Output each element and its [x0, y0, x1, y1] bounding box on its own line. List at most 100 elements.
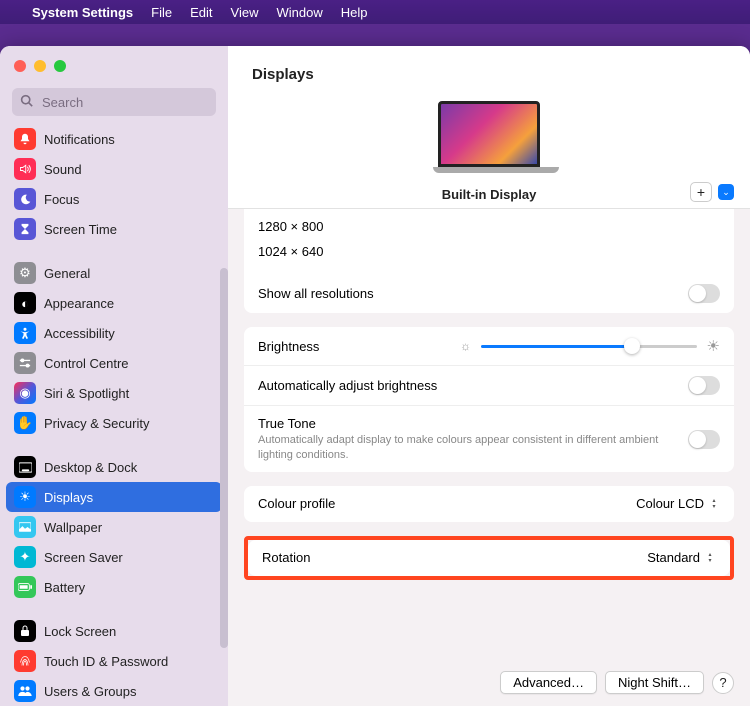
footer: Advanced… Night Shift… ?: [228, 659, 750, 706]
menu-view[interactable]: View: [231, 5, 259, 20]
help-button[interactable]: ?: [712, 672, 734, 694]
sidebar-item-label: Desktop & Dock: [44, 460, 137, 475]
sidebar-item-appearance[interactable]: ◐ Appearance: [6, 288, 222, 318]
resolution-option[interactable]: 1024 × 640: [258, 240, 720, 265]
sidebar-item-label: Battery: [44, 580, 85, 595]
colour-profile-dropdown[interactable]: Colour LCD ▴▾: [636, 496, 720, 512]
sidebar-item-general[interactable]: ⚙ General: [6, 258, 222, 288]
sidebar-item-label: Screen Saver: [44, 550, 123, 565]
rotation-row: Rotation Standard ▴▾: [248, 540, 730, 576]
settings-scroll-area[interactable]: 1280 × 800 1024 × 640 Show all resolutio…: [228, 209, 750, 659]
brightness-slider[interactable]: [481, 345, 697, 348]
sidebar-item-sound[interactable]: Sound: [6, 154, 222, 184]
sidebar-item-privacy[interactable]: ✋ Privacy & Security: [6, 408, 222, 438]
advanced-button[interactable]: Advanced…: [500, 671, 597, 694]
chevron-updown-icon: ▴▾: [708, 496, 720, 512]
menu-window[interactable]: Window: [276, 5, 322, 20]
sparkle-icon: ✦: [14, 546, 36, 568]
colour-profile-group: Colour profile Colour LCD ▴▾: [244, 486, 734, 522]
true-tone-toggle[interactable]: [688, 430, 720, 449]
resolution-list[interactable]: 1280 × 800 1024 × 640: [244, 209, 734, 274]
sidebar-item-control-centre[interactable]: Control Centre: [6, 348, 222, 378]
sun-icon: ☀: [14, 486, 36, 508]
add-display-button[interactable]: +: [690, 182, 712, 202]
menubar: System Settings File Edit View Window He…: [0, 0, 750, 24]
settings-window: Notifications Sound Focus Screen Time: [0, 46, 750, 706]
sidebar-item-users-groups[interactable]: Users & Groups: [6, 676, 222, 706]
sidebar-item-accessibility[interactable]: Accessibility: [6, 318, 222, 348]
show-all-resolutions-row: Show all resolutions: [244, 274, 734, 313]
sidebar-item-battery[interactable]: Battery: [6, 572, 222, 602]
display-preview: Built-in Display + ⌄: [228, 91, 750, 208]
close-button[interactable]: [14, 60, 26, 72]
users-icon: [14, 680, 36, 702]
search-input[interactable]: [12, 88, 216, 116]
rotation-dropdown[interactable]: Standard ▴▾: [647, 550, 716, 566]
maximize-button[interactable]: [54, 60, 66, 72]
dock-icon: [14, 456, 36, 478]
colour-profile-row: Colour profile Colour LCD ▴▾: [244, 486, 734, 522]
sun-large-icon: ☀: [707, 337, 720, 355]
hourglass-icon: [14, 218, 36, 240]
menu-file[interactable]: File: [151, 5, 172, 20]
chevron-updown-icon: ▴▾: [704, 550, 716, 566]
night-shift-button[interactable]: Night Shift…: [605, 671, 704, 694]
rotation-highlight: Rotation Standard ▴▾: [244, 536, 734, 580]
switches-icon: [14, 352, 36, 374]
sidebar-item-wallpaper[interactable]: Wallpaper: [6, 512, 222, 542]
sidebar-item-label: Privacy & Security: [44, 416, 149, 431]
sidebar-item-label: Appearance: [44, 296, 114, 311]
sidebar-item-touchid[interactable]: Touch ID & Password: [6, 646, 222, 676]
photo-icon: [14, 516, 36, 538]
sidebar-item-label: Control Centre: [44, 356, 129, 371]
row-label: Colour profile: [258, 496, 335, 511]
sidebar-item-focus[interactable]: Focus: [6, 184, 222, 214]
menu-help[interactable]: Help: [341, 5, 368, 20]
sidebar-list: Notifications Sound Focus Screen Time: [0, 124, 228, 706]
sidebar-item-screensaver[interactable]: ✦ Screen Saver: [6, 542, 222, 572]
laptop-graphic: [433, 101, 545, 173]
menu-edit[interactable]: Edit: [190, 5, 212, 20]
sidebar-item-label: Siri & Spotlight: [44, 386, 129, 401]
app-menu[interactable]: System Settings: [32, 5, 133, 20]
gear-icon: ⚙: [14, 262, 36, 284]
moon-icon: [14, 188, 36, 210]
sidebar-scrollbar[interactable]: [220, 268, 228, 648]
display-options-dropdown[interactable]: ⌄: [718, 184, 734, 200]
sidebar-item-label: General: [44, 266, 90, 281]
search-field-wrap: [12, 88, 216, 116]
sidebar-item-notifications[interactable]: Notifications: [6, 124, 222, 154]
resolution-option[interactable]: 1280 × 800: [258, 215, 720, 240]
sidebar-item-displays[interactable]: ☀ Displays: [6, 482, 222, 512]
main-content: Displays Built-in Display + ⌄ 1280 × 800…: [228, 46, 750, 706]
brightness-row: Brightness ☼ ☀: [244, 327, 734, 366]
row-sublabel: Automatically adapt display to make colo…: [258, 433, 688, 462]
lock-icon: [14, 620, 36, 642]
page-title: Displays: [228, 46, 750, 91]
sidebar-item-label: Focus: [44, 192, 79, 207]
show-all-resolutions-toggle[interactable]: [688, 284, 720, 303]
sun-small-icon: ☼: [460, 339, 471, 353]
sidebar-item-siri[interactable]: ◉ Siri & Spotlight: [6, 378, 222, 408]
speaker-icon: [14, 158, 36, 180]
rotation-group: Rotation Standard ▴▾: [248, 540, 730, 576]
sidebar-item-label: Notifications: [44, 132, 115, 147]
sidebar-item-label: Sound: [44, 162, 82, 177]
hand-icon: ✋: [14, 412, 36, 434]
sidebar-item-screentime[interactable]: Screen Time: [6, 214, 222, 244]
true-tone-row: True Tone Automatically adapt display to…: [244, 406, 734, 472]
dropdown-value: Colour LCD: [636, 496, 704, 511]
sidebar-item-label: Touch ID & Password: [44, 654, 168, 669]
sidebar-item-label: Displays: [44, 490, 93, 505]
minimize-button[interactable]: [34, 60, 46, 72]
row-label: Automatically adjust brightness: [258, 378, 437, 393]
sidebar-item-lock-screen[interactable]: Lock Screen: [6, 616, 222, 646]
fingerprint-icon: [14, 650, 36, 672]
slider-thumb[interactable]: [624, 338, 640, 354]
row-label: Rotation: [262, 550, 310, 565]
window-controls: [0, 46, 228, 76]
row-label: Show all resolutions: [258, 286, 374, 301]
row-label: True Tone: [258, 416, 688, 431]
sidebar-item-desktop-dock[interactable]: Desktop & Dock: [6, 452, 222, 482]
auto-brightness-toggle[interactable]: [688, 376, 720, 395]
